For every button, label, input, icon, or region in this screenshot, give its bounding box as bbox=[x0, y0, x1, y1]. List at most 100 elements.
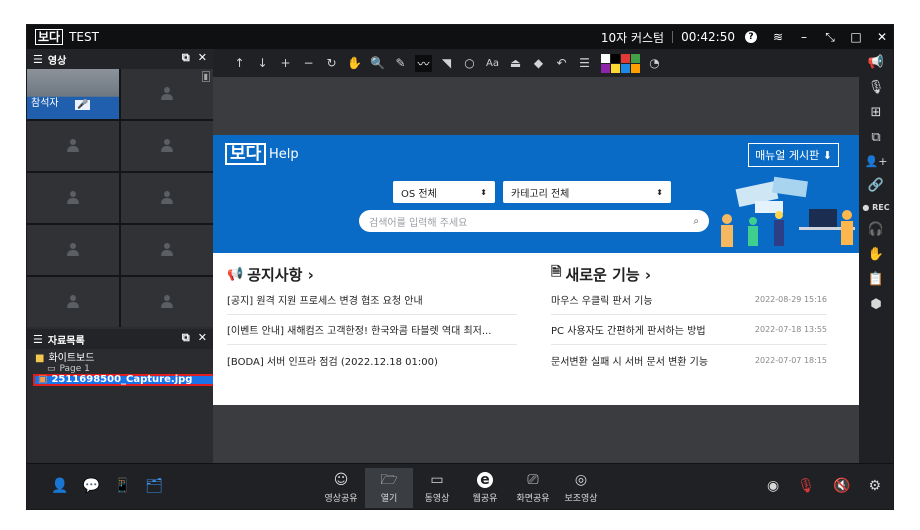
line-width-icon[interactable]: ☰ bbox=[576, 56, 593, 70]
zoom-in-icon[interactable]: + bbox=[277, 56, 294, 70]
close-icon[interactable]: ✕ bbox=[198, 51, 207, 65]
popout-icon[interactable]: ⧉ bbox=[182, 51, 190, 65]
notice-item-text: [BODA] 서버 인프라 점검 (2022.12.18 01:00) bbox=[227, 356, 438, 368]
video-tile[interactable]: ▮ bbox=[121, 69, 213, 119]
button-label: 동영상 bbox=[424, 494, 450, 504]
invite-user-icon[interactable]: 👤+ bbox=[865, 155, 888, 168]
chat-icon[interactable]: 💬 bbox=[82, 478, 99, 494]
search-placeholder: 검색어를 입력해 주세요 bbox=[369, 217, 468, 229]
zoom-out-icon[interactable]: − bbox=[300, 56, 317, 70]
video-tile[interactable] bbox=[121, 225, 213, 275]
secondary-video-button[interactable]: ◎ 보조영상 bbox=[557, 468, 605, 508]
video-camera-icon: ▭ bbox=[430, 472, 444, 488]
eraser-icon[interactable]: ◆ bbox=[530, 56, 547, 70]
color-swatch[interactable] bbox=[601, 63, 610, 73]
announcement-icon[interactable]: 📢 bbox=[868, 55, 884, 70]
person-icon bbox=[160, 191, 174, 205]
color-swatch[interactable] bbox=[621, 53, 630, 63]
feature-item[interactable]: 문서변환 실패 시 서버 문서 변환 기능 2022-07-07 18:15 bbox=[551, 345, 827, 375]
category-select[interactable]: 카테고리 전체 ⬍ bbox=[503, 181, 671, 203]
stamp-icon[interactable]: ⏏ bbox=[507, 56, 524, 70]
video-panel-header: ☰ 영상 ⧉ ✕ bbox=[27, 49, 213, 69]
pen-icon[interactable]: ✎ bbox=[392, 56, 409, 70]
record-button[interactable]: ● REC bbox=[862, 203, 889, 212]
help-icon[interactable]: ? bbox=[745, 31, 757, 43]
layout-grid-icon[interactable]: ⊞ bbox=[871, 105, 882, 120]
magnifier-icon[interactable]: 🔍 bbox=[369, 56, 386, 70]
tree-file-selected[interactable]: ▣ 2511698500_Capture.jpg bbox=[33, 374, 216, 386]
layout-label[interactable]: 10자 커스텀 bbox=[601, 29, 664, 46]
color-swatch[interactable] bbox=[621, 63, 630, 73]
feature-item[interactable]: 마우스 우클릭 판서 기능 2022-08-29 15:16 bbox=[551, 285, 827, 315]
video-tile-self[interactable]: 참석자 🎤 bbox=[27, 69, 119, 119]
help-hero: 보다 Help 매뉴얼 게시판 ⬇ OS 전체 ⬍ 카테고리 전체 ⬍ 검색어를… bbox=[213, 135, 859, 253]
file-tree-icon[interactable]: 🗂 bbox=[145, 478, 163, 494]
maximize-button[interactable]: □ bbox=[843, 30, 869, 44]
notice-item[interactable]: [이벤트 안내] 새해컴즈 고객한정! 한국와콤 타블렛 역대 최저... bbox=[227, 315, 517, 345]
menu-icon[interactable]: ☰ bbox=[33, 333, 43, 346]
os-select[interactable]: OS 전체 ⬍ bbox=[393, 181, 495, 203]
video-tile[interactable] bbox=[121, 121, 213, 171]
web-share-button[interactable]: e 웹공유 bbox=[461, 468, 509, 508]
video-tile[interactable] bbox=[121, 173, 213, 223]
settings-gear-icon[interactable]: ⚙ bbox=[868, 478, 881, 494]
close-icon[interactable]: ✕ bbox=[198, 331, 207, 345]
popout-icon[interactable]: ⧉ bbox=[182, 331, 190, 345]
notice-item[interactable]: [공지] 원격 지원 프로세스 변경 협조 요청 안내 bbox=[227, 285, 517, 315]
color-swatch[interactable] bbox=[611, 53, 620, 63]
video-tile[interactable] bbox=[121, 277, 213, 327]
color-palette[interactable] bbox=[601, 53, 640, 73]
rotate-icon[interactable]: ↻ bbox=[323, 56, 340, 70]
tree-page-item[interactable]: ▭ Page 1 bbox=[35, 365, 205, 374]
wifi-icon: ≋ bbox=[772, 30, 784, 44]
virtual-background-icon[interactable]: ⬢ bbox=[870, 297, 881, 312]
arrow-up-icon[interactable]: ↑ bbox=[231, 56, 248, 70]
color-swatch[interactable] bbox=[601, 53, 610, 63]
undo-icon[interactable]: ↶ bbox=[553, 56, 570, 70]
video-tile[interactable] bbox=[27, 277, 119, 327]
hand-icon[interactable]: ✋ bbox=[346, 56, 363, 70]
clipboard-icon[interactable]: 📋 bbox=[868, 272, 884, 287]
image-file-icon: ▣ bbox=[38, 374, 48, 385]
color-swatch[interactable] bbox=[611, 63, 620, 73]
raise-hand-icon[interactable]: ✋ bbox=[868, 247, 884, 262]
manual-board-button[interactable]: 매뉴얼 게시판 ⬇ bbox=[748, 143, 839, 167]
mic-muted-icon[interactable]: 🎙 bbox=[797, 478, 815, 494]
layout-focus-icon[interactable]: ⧉ bbox=[871, 130, 880, 145]
mic-icon: 🎤 bbox=[75, 100, 91, 110]
color-swatch[interactable] bbox=[631, 53, 640, 63]
video-tile[interactable] bbox=[27, 173, 119, 223]
mute-all-icon[interactable]: 🎙 bbox=[868, 80, 885, 95]
video-file-button[interactable]: ▭ 동영상 bbox=[413, 468, 461, 508]
speaker-muted-icon[interactable]: 🔇 bbox=[833, 478, 850, 494]
search-icon[interactable]: ⌕ bbox=[693, 216, 699, 227]
freehand-icon[interactable]: 〰 bbox=[415, 54, 432, 72]
video-tile[interactable] bbox=[27, 121, 119, 171]
color-swatch[interactable] bbox=[631, 63, 640, 73]
restore-button[interactable]: ⤡ bbox=[817, 30, 843, 45]
open-button[interactable]: 🗁 열기 bbox=[365, 468, 413, 508]
link-icon[interactable]: 🔗 bbox=[868, 178, 884, 193]
shape-icon[interactable]: ○ bbox=[461, 56, 478, 70]
mobile-icon[interactable]: 📱 bbox=[114, 478, 131, 494]
resource-panel-title: 자료목록 bbox=[47, 335, 85, 347]
close-button[interactable]: ✕ bbox=[869, 30, 893, 44]
feature-item[interactable]: PC 사용자도 간편하게 판서하는 방법 2022-07-18 13:55 bbox=[551, 315, 827, 345]
highlighter-icon[interactable]: ◥ bbox=[438, 56, 455, 70]
notice-item[interactable]: [BODA] 서버 인프라 점검 (2022.12.18 01:00) bbox=[227, 345, 517, 375]
whiteboard-canvas[interactable]: 보다 Help 매뉴얼 게시판 ⬇ OS 전체 ⬍ 카테고리 전체 ⬍ 검색어를… bbox=[213, 77, 861, 463]
palette-icon[interactable]: ◔ bbox=[646, 56, 663, 70]
notice-heading[interactable]: 📢 공지사항 › bbox=[227, 263, 517, 285]
video-share-button[interactable]: ☺ 영상공유 bbox=[317, 468, 365, 508]
screen-share-button[interactable]: ⎚ 화면공유 bbox=[509, 468, 557, 508]
menu-icon[interactable]: ☰ bbox=[33, 53, 43, 66]
arrow-down-icon[interactable]: ↓ bbox=[254, 56, 271, 70]
text-icon[interactable]: Aa bbox=[484, 58, 501, 69]
help-search-input[interactable]: 검색어를 입력해 주세요 ⌕ bbox=[359, 210, 709, 232]
features-heading[interactable]: 🗎 새로운 기능 › bbox=[551, 263, 827, 285]
participants-icon[interactable]: 👤 bbox=[51, 478, 68, 494]
audio-settings-icon[interactable]: 🎧 bbox=[868, 222, 884, 237]
minimize-button[interactable]: – bbox=[791, 30, 817, 44]
video-tile[interactable] bbox=[27, 225, 119, 275]
webcam-icon[interactable]: ◉ bbox=[767, 478, 779, 494]
